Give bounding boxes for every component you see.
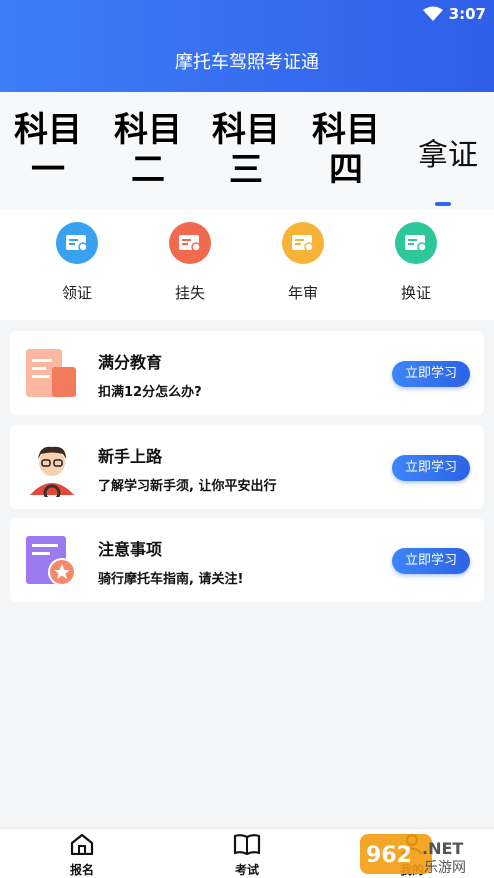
tab-subject-4[interactable]: 科目 四 — [306, 110, 386, 190]
nav-item-exam[interactable]: 考试 — [217, 833, 277, 878]
subject-tabs: 科目 一 科目 二 科目 三 科目 四 拿证 — [0, 92, 494, 210]
nav-item-register[interactable]: 报名 — [52, 833, 112, 878]
card-full-score-education[interactable]: 满分教育 扣满12分怎么办? 立即学习 — [10, 331, 484, 415]
home-icon — [70, 833, 94, 856]
nav-label: 考试 — [234, 863, 259, 877]
page-title: 摩托车驾照考证通 — [175, 52, 319, 73]
tab-get-license[interactable]: 拿证 — [408, 130, 488, 174]
svg-text:乐游网: 乐游网 — [424, 860, 466, 876]
svg-text:.NET: .NET — [422, 839, 463, 858]
report-loss-icon — [169, 222, 211, 264]
tab-label-line1: 科目 — [14, 110, 82, 150]
study-now-button[interactable]: 立即学习 — [392, 548, 470, 574]
card-title: 注意事项 — [98, 540, 163, 559]
quick-action-renew[interactable]: 换证 — [386, 222, 446, 303]
tab-label-line2: 三 — [229, 150, 263, 190]
quick-action-annual-review[interactable]: 年审 — [273, 222, 333, 303]
status-bar: 3:07 — [422, 4, 486, 24]
card-subtitle: 了解学习新手须, 让你平安出行 — [98, 479, 277, 494]
quick-action-label: 年审 — [287, 284, 318, 302]
card-title: 新手上路 — [98, 447, 163, 466]
status-time: 3:07 — [448, 5, 486, 23]
nav-label: 报名 — [69, 863, 94, 877]
quick-actions: 领证 挂失 年审 换证 — [0, 210, 494, 320]
watermark-logo: 962 .NET 乐游网 — [360, 834, 466, 876]
notes-badge-icon — [26, 536, 76, 586]
quick-action-license[interactable]: 领证 — [47, 222, 107, 303]
book-icon — [233, 834, 261, 856]
wifi-icon — [422, 6, 443, 21]
card-title: 满分教育 — [98, 353, 163, 372]
tab-label-line1: 科目 — [312, 110, 380, 150]
quick-action-label: 换证 — [400, 284, 431, 302]
card-precautions[interactable]: 注意事项 骑行摩托车指南, 请关注! 立即学习 — [10, 518, 484, 602]
quick-action-label: 领证 — [61, 284, 92, 302]
annual-review-icon — [282, 222, 324, 264]
tab-subject-3[interactable]: 科目 三 — [206, 110, 286, 190]
watermark: 962 .NET 乐游网 — [358, 830, 494, 878]
license-icon — [56, 222, 98, 264]
study-now-button[interactable]: 立即学习 — [392, 361, 470, 387]
tab-subject-2[interactable]: 科目 二 — [108, 110, 188, 190]
tab-label-line2: 一 — [31, 150, 65, 190]
quick-action-label: 挂失 — [174, 284, 205, 302]
tab-label-line1: 科目 — [114, 110, 182, 150]
rider-avatar-icon — [30, 446, 74, 497]
tab-label-line1: 科目 — [212, 110, 280, 150]
app-header: 3:07 摩托车驾照考证通 — [0, 0, 494, 92]
svg-text:962: 962 — [366, 843, 412, 868]
tab-label-line2: 二 — [131, 150, 165, 190]
document-illustration-icon — [26, 349, 76, 397]
quick-action-report-loss[interactable]: 挂失 — [160, 222, 220, 303]
tab-label-line2: 四 — [329, 150, 363, 190]
renew-license-icon — [395, 222, 437, 264]
card-subtitle: 扣满12分怎么办? — [98, 385, 202, 400]
tab-subject-1[interactable]: 科目 一 — [8, 110, 88, 190]
active-tab-indicator — [435, 202, 451, 206]
study-now-button[interactable]: 立即学习 — [392, 455, 470, 481]
card-new-rider[interactable]: 新手上路 了解学习新手须, 让你平安出行 立即学习 — [10, 425, 484, 509]
card-subtitle: 骑行摩托车指南, 请关注! — [98, 572, 244, 587]
